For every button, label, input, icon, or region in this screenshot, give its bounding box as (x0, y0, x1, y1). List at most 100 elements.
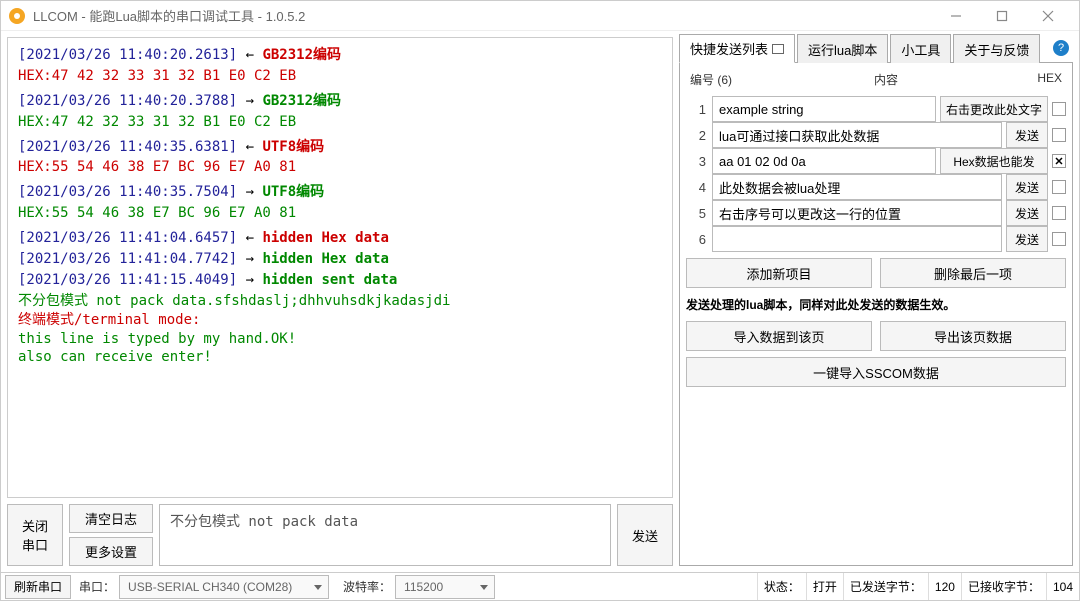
row-send-button[interactable]: Hex数据也能发 (940, 148, 1048, 174)
main-area: [2021/03/26 11:40:20.2613] ← GB2312编码HEX… (1, 31, 1079, 572)
maximize-button[interactable] (979, 1, 1025, 31)
row-hex-checkbox[interactable] (1052, 206, 1066, 220)
quicksend-row: 3 aa 01 02 0d 0aHex数据也能发 ✕ (686, 148, 1066, 174)
row-text-input[interactable]: 此处数据会被lua处理 (712, 174, 1002, 200)
row-index[interactable]: 1 (686, 102, 708, 117)
row-send-button[interactable]: 发送 (1006, 200, 1048, 226)
log-hex: HEX:47 42 32 33 31 32 B1 E0 C2 EB (18, 67, 662, 86)
row-hex-checkbox[interactable] (1052, 128, 1066, 142)
send-input[interactable]: 不分包模式 not pack data (159, 504, 611, 566)
header-index: 编号 (6) (686, 71, 746, 88)
minimize-button[interactable] (933, 1, 979, 31)
import-sscom-button[interactable]: 一键导入SSCOM数据 (686, 357, 1066, 387)
row-text-input[interactable]: example string (712, 96, 936, 122)
port-select[interactable]: USB-SERIAL CH340 (COM28) (119, 575, 329, 599)
close-button[interactable] (1025, 1, 1071, 31)
log-label: hidden Hex data (262, 230, 388, 246)
log-label: UTF8编码 (262, 139, 324, 155)
status-bar: 刷新串口 串口： USB-SERIAL CH340 (COM28) 波特率： 1… (1, 572, 1079, 600)
baud-label: 波特率： (339, 578, 395, 595)
log-timestamp: [2021/03/26 11:40:20.2613] (18, 47, 237, 63)
window-controls (933, 1, 1071, 31)
log-output[interactable]: [2021/03/26 11:40:20.2613] ← GB2312编码HEX… (7, 37, 673, 498)
add-item-button[interactable]: 添加新项目 (686, 258, 872, 288)
log-timestamp: [2021/03/26 11:40:35.6381] (18, 139, 237, 155)
send-button[interactable]: 发送 (617, 504, 673, 566)
header-hex: HEX (1026, 71, 1066, 88)
quicksend-rows: 1example string右击更改此处文字2lua可通过接口获取此处数据发送… (686, 96, 1066, 252)
quicksend-row: 1 example string右击更改此处文字 (686, 96, 1066, 122)
titlebar: LLCOM - 能跑Lua脚本的串口调试工具 - 1.0.5.2 (1, 1, 1079, 31)
quicksend-row: 2 lua可通过接口获取此处数据发送 (686, 122, 1066, 148)
quicksend-note: 发送处理的lua脚本，同样对此处发送的数据生效。 (686, 294, 1066, 315)
sent-value: 120 (928, 573, 961, 600)
row-index[interactable]: 4 (686, 180, 708, 195)
row-hex-checkbox[interactable] (1052, 180, 1066, 194)
log-label: UTF8编码 (262, 184, 324, 200)
row-text-input[interactable]: lua可通过接口获取此处数据 (712, 122, 1002, 148)
tab-0[interactable]: 快捷发送列表 (679, 34, 795, 63)
tab-2[interactable]: 小工具 (890, 34, 951, 63)
log-freetext: also can receive enter! (18, 348, 662, 367)
log-hex: HEX:55 54 46 38 E7 BC 96 E7 A0 81 (18, 158, 662, 177)
state-value: 打开 (806, 573, 843, 600)
row-send-button[interactable]: 发送 (1006, 226, 1048, 252)
tab-bar: 快捷发送列表 运行lua脚本小工具关于与反馈? (679, 33, 1073, 63)
left-pane: [2021/03/26 11:40:20.2613] ← GB2312编码HEX… (1, 31, 679, 572)
row-send-button[interactable]: 发送 (1006, 122, 1048, 148)
row-hex-checkbox[interactable] (1052, 102, 1066, 116)
log-label: hidden sent data (262, 272, 397, 288)
tab-1[interactable]: 运行lua脚本 (797, 34, 888, 63)
log-timestamp: [2021/03/26 11:41:04.6457] (18, 230, 237, 246)
log-hex: HEX:47 42 32 33 31 32 B1 E0 C2 EB (18, 113, 662, 132)
log-freetext: 终端模式/terminal mode: (18, 311, 662, 330)
row-text-input[interactable]: aa 01 02 0d 0a (712, 148, 936, 174)
state-label: 状态： (757, 573, 806, 600)
close-port-button[interactable]: 关闭 串口 (7, 504, 63, 566)
row-index[interactable]: 6 (686, 232, 708, 247)
row-index[interactable]: 3 (686, 154, 708, 169)
clear-log-button[interactable]: 清空日志 (69, 504, 153, 533)
log-timestamp: [2021/03/26 11:41:15.4049] (18, 272, 237, 288)
log-hex: HEX:55 54 46 38 E7 BC 96 E7 A0 81 (18, 204, 662, 223)
quicksend-header: 编号 (6) 内容 HEX (686, 69, 1066, 90)
log-freetext: 不分包模式 not pack data.sfshdaslj;dhhvuhsdkj… (18, 292, 662, 311)
controls-row: 关闭 串口 清空日志 更多设置 不分包模式 not pack data 发送 (7, 504, 673, 566)
log-timestamp: [2021/03/26 11:41:04.7742] (18, 251, 237, 267)
quicksend-row: 5 右击序号可以更改这一行的位置发送 (686, 200, 1066, 226)
log-timestamp: [2021/03/26 11:40:35.7504] (18, 184, 237, 200)
log-label: GB2312编码 (262, 93, 341, 109)
row-text-input[interactable]: 右击序号可以更改这一行的位置 (712, 200, 1002, 226)
recv-label: 已接收字节： (961, 573, 1046, 600)
row-index[interactable]: 5 (686, 206, 708, 221)
window-title: LLCOM - 能跑Lua脚本的串口调试工具 - 1.0.5.2 (33, 6, 933, 25)
row-send-button[interactable]: 右击更改此处文字 (940, 96, 1048, 122)
log-label: GB2312编码 (262, 47, 341, 63)
more-settings-button[interactable]: 更多设置 (69, 537, 153, 566)
baud-select[interactable]: 115200 (395, 575, 495, 599)
app-window: LLCOM - 能跑Lua脚本的串口调试工具 - 1.0.5.2 [2021/0… (0, 0, 1080, 601)
row-hex-checkbox[interactable] (1052, 232, 1066, 246)
header-content: 内容 (746, 71, 1026, 88)
log-label: hidden Hex data (262, 251, 388, 267)
tab-3[interactable]: 关于与反馈 (953, 34, 1040, 63)
export-page-button[interactable]: 导出该页数据 (880, 321, 1066, 351)
log-freetext: this line is typed by my hand.OK! (18, 330, 662, 349)
right-pane: 快捷发送列表 运行lua脚本小工具关于与反馈? 编号 (6) 内容 HEX 1e… (679, 31, 1079, 572)
list-icon (772, 44, 784, 54)
row-text-input[interactable] (712, 226, 1002, 252)
log-timestamp: [2021/03/26 11:40:20.3788] (18, 93, 237, 109)
recv-value: 104 (1046, 573, 1079, 600)
delete-last-button[interactable]: 删除最后一项 (880, 258, 1066, 288)
row-hex-checkbox[interactable]: ✕ (1052, 154, 1066, 168)
help-icon[interactable]: ? (1053, 40, 1069, 56)
import-page-button[interactable]: 导入数据到该页 (686, 321, 872, 351)
row-send-button[interactable]: 发送 (1006, 174, 1048, 200)
quicksend-row: 4 此处数据会被lua处理发送 (686, 174, 1066, 200)
sent-label: 已发送字节： (843, 573, 928, 600)
refresh-ports-button[interactable]: 刷新串口 (5, 575, 71, 599)
port-label: 串口： (75, 578, 119, 595)
row-index[interactable]: 2 (686, 128, 708, 143)
quicksend-panel: 编号 (6) 内容 HEX 1 example string右击更改此处文字 2 lu… (679, 63, 1073, 566)
quicksend-row: 6 发送 (686, 226, 1066, 252)
